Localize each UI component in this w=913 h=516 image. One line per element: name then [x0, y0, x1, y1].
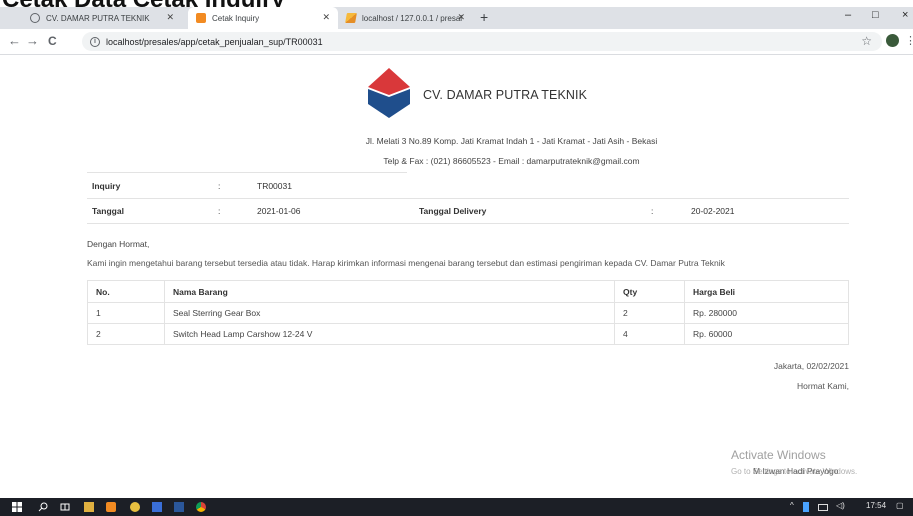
table-row: 2 Switch Head Lamp Carshow 12-24 V 4 Rp.…	[87, 323, 849, 345]
url-text: localhost/presales/app/cetak_penjualan_s…	[106, 36, 323, 47]
mail-icon[interactable]	[152, 502, 162, 512]
col-nama-barang: Nama Barang	[164, 280, 615, 303]
new-tab-button[interactable]: +	[480, 10, 488, 24]
network-icon[interactable]	[803, 502, 809, 512]
globe-icon	[30, 13, 40, 23]
windows-taskbar: ^ ◁) 17:54 ▢	[0, 498, 913, 516]
items-table: No. Nama Barang Qty Harga Beli 1 Seal St…	[87, 280, 849, 345]
battery-icon[interactable]	[818, 504, 828, 511]
inquiry-label: Inquiry	[92, 181, 121, 191]
inquiry-number: TR00031	[257, 181, 292, 191]
bookmark-star-icon[interactable]: ☆	[861, 34, 872, 48]
tab-cetak-inquiry[interactable]: Cetak Inquiry ✕	[188, 7, 338, 29]
browser-toolbar: ← → C i localhost/presales/app/cetak_pen…	[0, 29, 913, 55]
close-window-button[interactable]: ×	[902, 9, 908, 21]
tanggal-value: 2021-01-06	[257, 206, 301, 216]
forward-button[interactable]: →	[26, 34, 39, 48]
divider	[87, 198, 849, 199]
company-contact: Telp & Fax : (021) 86605523 - Email : da…	[383, 156, 640, 166]
chrome-icon[interactable]	[196, 502, 206, 512]
col-no: No.	[87, 280, 165, 303]
tab-title: CV. DAMAR PUTRA TEKNIK	[46, 13, 150, 23]
inquiry-document: CV. DAMAR PUTRA TEKNIK Jl. Melati 3 No.8…	[0, 56, 913, 496]
inquiry-row: Inquiry : TR00031	[87, 176, 849, 196]
company-logo	[368, 68, 410, 118]
place-date: Jakarta, 02/02/2021	[773, 361, 849, 371]
close-tab-icon[interactable]: ✕	[322, 12, 330, 23]
activate-windows-title: Activate Windows	[731, 448, 826, 462]
close-tab-icon[interactable]: ✕	[457, 12, 465, 23]
table-row: 1 Seal Sterring Gear Box 2 Rp. 280000	[87, 302, 849, 324]
tab-phpmyadmin[interactable]: localhost / 127.0.0.1 / presales / ✕	[338, 7, 473, 29]
cell-harga: Rp. 280000	[684, 302, 849, 324]
maximize-button[interactable]: □	[872, 9, 879, 21]
signer-name: M Izwan Hadi Prayogo	[753, 466, 839, 476]
notification-icon[interactable]: ▢	[896, 501, 904, 510]
separator: :	[218, 206, 221, 216]
tab-title: Cetak Inquiry	[212, 13, 260, 23]
start-button-icon[interactable]	[12, 502, 22, 512]
browser-tabstrip: CV. DAMAR PUTRA TEKNIK ✕ Cetak Inquiry ✕…	[0, 7, 913, 29]
phpmyadmin-icon	[345, 13, 357, 23]
tab-title: localhost / 127.0.0.1 / presales /	[362, 13, 462, 23]
profile-avatar[interactable]	[886, 34, 899, 47]
cell-nama-barang: Switch Head Lamp Carshow 12-24 V	[164, 323, 615, 345]
col-harga-beli: Harga Beli	[684, 280, 849, 303]
minimize-button[interactable]: –	[845, 9, 851, 21]
cell-qty: 4	[614, 323, 685, 345]
tray-expand-icon[interactable]: ^	[790, 501, 794, 510]
divider	[87, 223, 849, 224]
cell-no: 2	[87, 323, 165, 345]
greeting: Dengan Hormat,	[87, 239, 150, 249]
search-icon[interactable]	[38, 502, 48, 512]
back-button[interactable]: ←	[8, 34, 21, 48]
reload-button[interactable]: C	[48, 34, 57, 48]
clock[interactable]: 17:54	[866, 501, 886, 510]
file-explorer-icon[interactable]	[84, 502, 94, 512]
tanggal-label: Tanggal	[92, 206, 124, 216]
date-row: Tanggal : 2021-01-06 Tanggal Delivery : …	[87, 201, 849, 221]
company-address: Jl. Melati 3 No.89 Komp. Jati Kramat Ind…	[365, 136, 658, 146]
word-icon[interactable]	[174, 502, 184, 512]
closing: Hormat Kami,	[797, 381, 849, 391]
site-info-icon[interactable]: i	[90, 36, 100, 47]
delivery-label: Tanggal Delivery	[419, 206, 487, 216]
delivery-value: 20-02-2021	[691, 206, 735, 216]
col-qty: Qty	[614, 280, 685, 303]
separator: :	[218, 181, 221, 191]
task-view-icon[interactable]	[60, 502, 70, 512]
sublime-icon[interactable]	[130, 502, 140, 512]
table-header-row: No. Nama Barang Qty Harga Beli	[87, 280, 849, 303]
app-taskbar-icon[interactable]	[106, 502, 116, 512]
cell-harga: Rp. 60000	[684, 323, 849, 345]
cell-no: 1	[87, 302, 165, 324]
close-tab-icon[interactable]: ✕	[166, 12, 174, 23]
company-name: CV. DAMAR PUTRA TEKNIK	[423, 88, 588, 102]
cell-qty: 2	[614, 302, 685, 324]
volume-icon[interactable]: ◁)	[836, 501, 845, 510]
address-bar[interactable]: i localhost/presales/app/cetak_penjualan…	[82, 32, 882, 51]
separator: :	[651, 206, 654, 216]
divider	[87, 172, 407, 173]
tab-company[interactable]: CV. DAMAR PUTRA TEKNIK ✕	[22, 7, 182, 29]
cell-nama-barang: Seal Sterring Gear Box	[164, 302, 615, 324]
browser-menu-icon[interactable]: ⋮	[905, 34, 913, 47]
intro-text: Kami ingin mengetahui barang tersebut te…	[87, 258, 725, 268]
app-favicon-icon	[196, 13, 206, 23]
